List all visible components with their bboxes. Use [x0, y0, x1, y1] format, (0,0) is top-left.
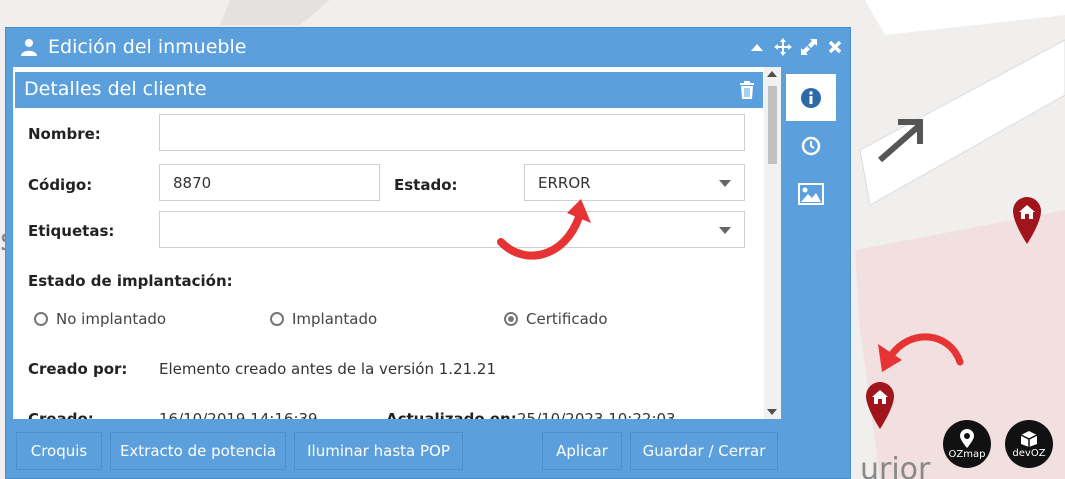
image-icon: [798, 182, 824, 205]
croquis-button[interactable]: Croquis: [16, 432, 102, 470]
scroll-up-icon[interactable]: [767, 71, 777, 77]
radio-circle: [270, 312, 284, 326]
trash-icon[interactable]: [739, 81, 755, 99]
estado-select[interactable]: ERROR: [524, 164, 745, 201]
side-tabs: [786, 72, 837, 422]
house-marker-icon[interactable]: [864, 380, 896, 430]
radio-implantado[interactable]: Implantado: [270, 310, 377, 328]
user-icon: [21, 39, 37, 56]
collapse-icon[interactable]: [748, 38, 766, 56]
scroll-thumb[interactable]: [768, 86, 777, 164]
codigo-label: Código:: [28, 176, 93, 194]
radio-label: Certificado: [526, 310, 608, 328]
box-icon: [1020, 430, 1038, 447]
creado-por-label: Creado por:: [28, 360, 128, 378]
devoz-logo[interactable]: devOZ: [1005, 420, 1053, 468]
tab-info[interactable]: [786, 74, 836, 121]
window-title: Edición del inmueble: [48, 36, 247, 58]
estado-select-value: ERROR: [538, 174, 591, 192]
ozmap-label: OZmap: [948, 448, 986, 460]
close-icon[interactable]: [826, 38, 844, 56]
vertical-scrollbar[interactable]: [764, 67, 781, 419]
nombre-label: Nombre:: [28, 125, 101, 143]
ozmap-logo[interactable]: OZmap: [943, 420, 991, 468]
details-pane: Detalles del cliente Nombre: Código: 887…: [13, 67, 781, 419]
radio-label: Implantado: [292, 310, 378, 328]
radio-label: No implantado: [56, 310, 167, 328]
radio-no-implantado[interactable]: No implantado: [34, 310, 166, 328]
guardar-cerrar-button[interactable]: Guardar / Cerrar: [630, 432, 778, 470]
arrow-annotation-icon: [878, 333, 964, 372]
devoz-label: devOZ: [1012, 447, 1046, 459]
scroll-down-icon[interactable]: [767, 409, 777, 415]
estado-label: Estado:: [394, 176, 458, 194]
tab-images[interactable]: [786, 170, 836, 217]
section-title: Detalles del cliente: [24, 78, 207, 100]
creado-value: 16/10/2019 14:16:39: [159, 410, 318, 419]
pin-icon: [960, 428, 974, 448]
radio-circle-checked: [504, 312, 518, 326]
move-icon[interactable]: [774, 38, 792, 56]
nombre-input[interactable]: [159, 114, 745, 151]
house-marker-icon[interactable]: [1011, 195, 1043, 245]
aplicar-button[interactable]: Aplicar: [542, 432, 622, 470]
chevron-down-icon: [719, 227, 731, 234]
actualizado-label: Actualizado en:: [386, 410, 517, 419]
creado-label: Creado:: [28, 410, 94, 419]
arrow-annotation-icon: [497, 199, 591, 260]
clock-icon: [801, 136, 821, 155]
etiquetas-select[interactable]: [159, 211, 745, 248]
creado-por-value: Elemento creado antes de la versión 1.21…: [159, 360, 497, 378]
window-titlebar[interactable]: Edición del inmueble: [20, 36, 246, 58]
window-footer: Croquis Extracto de potencia Iluminar ha…: [13, 422, 843, 472]
extracto-potencia-button[interactable]: Extracto de potencia: [110, 432, 286, 470]
svg-text:urior: urior: [860, 452, 931, 479]
tab-history[interactable]: [786, 122, 836, 169]
radio-certificado[interactable]: Certificado: [504, 310, 608, 328]
etiquetas-label: Etiquetas:: [28, 222, 115, 240]
codigo-input[interactable]: 8870: [159, 164, 380, 201]
iluminar-pop-button[interactable]: Iluminar hasta POP: [294, 432, 463, 470]
actualizado-value: 25/10/2023 10:22:03: [517, 410, 676, 419]
section-header: Detalles del cliente: [15, 72, 763, 108]
expand-icon[interactable]: [800, 38, 818, 56]
property-edit-window: Edición del inmueble Detalles del client…: [5, 27, 851, 479]
chevron-down-icon: [719, 180, 731, 187]
radio-circle: [34, 312, 48, 326]
implantacion-label: Estado de implantación:: [28, 272, 233, 290]
info-icon: [801, 87, 821, 108]
